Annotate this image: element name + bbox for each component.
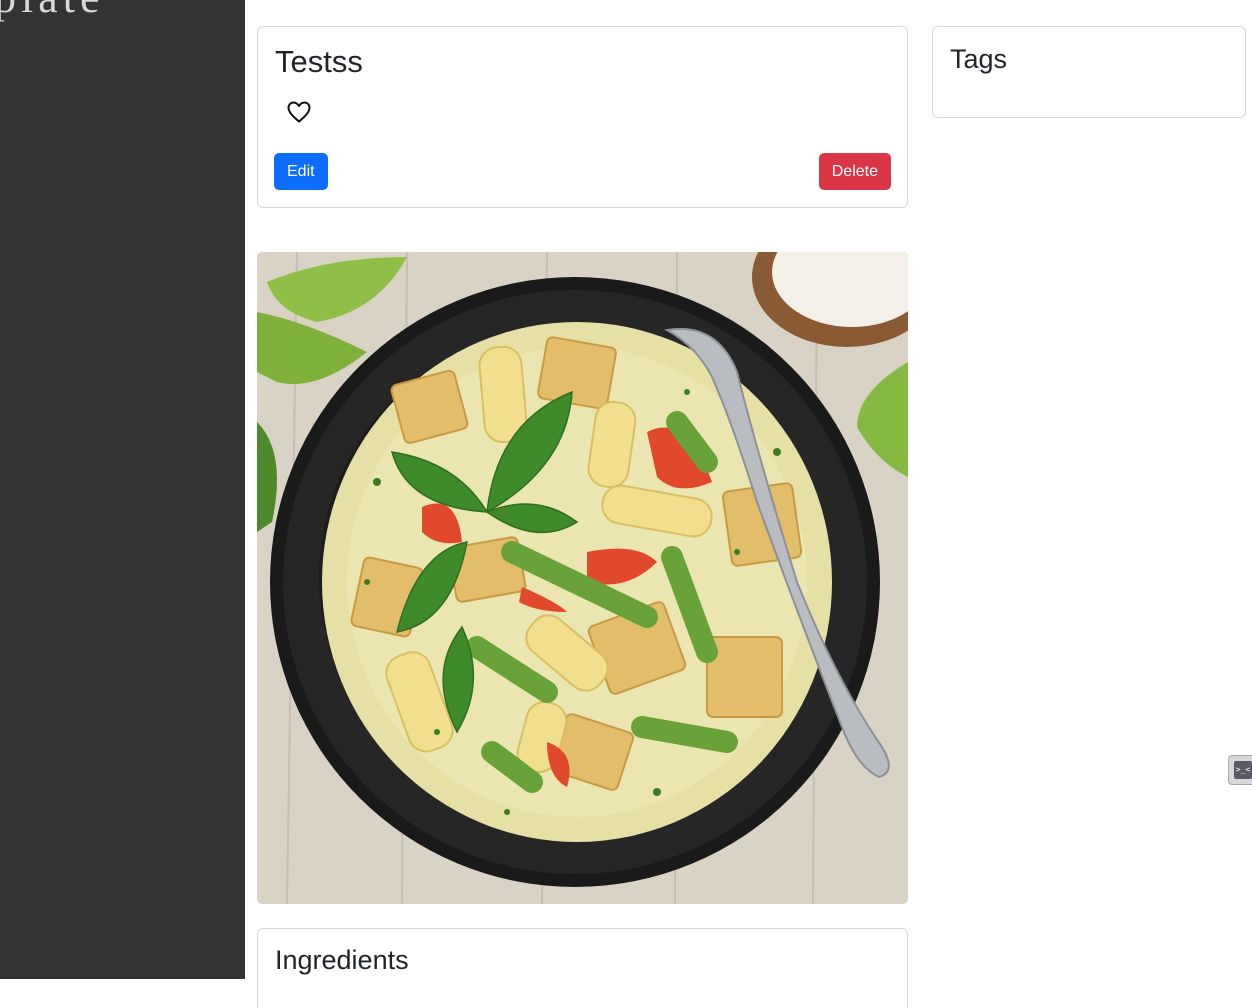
developer-tools-icon: >_<	[1234, 761, 1252, 779]
favorite-button[interactable]	[285, 100, 313, 126]
recipe-header-card: Testss Edit Delete	[257, 26, 908, 208]
tags-heading: Tags	[950, 44, 1008, 74]
edit-button[interactable]: Edit	[274, 153, 328, 190]
developer-tools-button[interactable]: >_<	[1228, 755, 1252, 785]
recipe-image	[257, 252, 908, 904]
brand-logo[interactable]: plate	[0, 0, 105, 23]
recipe-title: Testss	[275, 44, 363, 79]
heart-outline-icon	[287, 101, 311, 123]
sidebar: plate	[0, 0, 245, 979]
recipe-photo	[257, 252, 908, 904]
delete-button[interactable]: Delete	[818, 153, 891, 190]
ingredients-heading: Ingredients	[275, 945, 409, 975]
tags-card: Tags	[932, 26, 1246, 118]
ingredients-card: Ingredients	[257, 928, 908, 1008]
